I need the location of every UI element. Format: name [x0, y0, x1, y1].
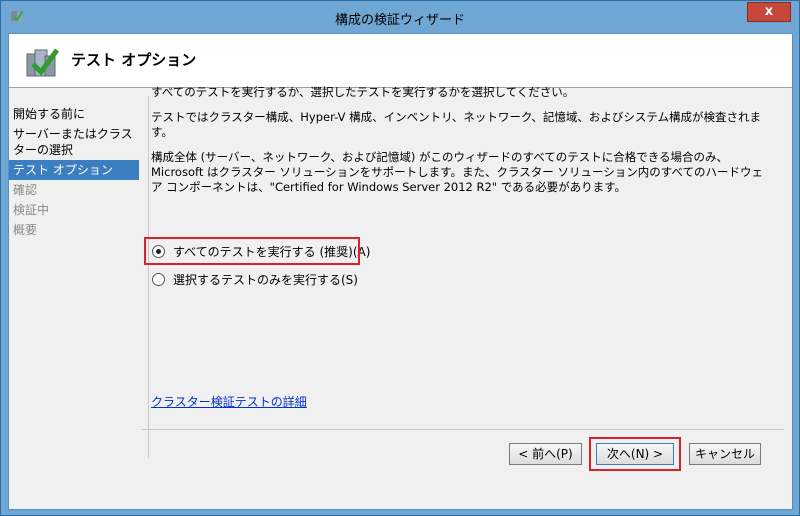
close-icon: x: [764, 4, 774, 19]
wizard-header: テスト オプション: [9, 34, 792, 88]
validation-wizard-icon: [23, 44, 63, 80]
option-run-selected-tests[interactable]: 選択するテストのみを実行する(S): [144, 265, 544, 293]
window-title: 構成の検証ウィザード: [334, 13, 465, 28]
wizard-window: 構成の検証ウィザード x テスト オプション 開始する前に サーバーまたはクラス…: [0, 0, 800, 516]
test-options-group: すべてのテストを実行する (推奨)(A) 選択するテストのみを実行する(S): [144, 237, 544, 293]
radio-run-selected-tests[interactable]: [152, 272, 165, 286]
previous-button[interactable]: < 前へ(P): [509, 443, 582, 465]
nav-step-validating: 検証中: [13, 203, 50, 217]
instruction-line-2: テストではクラスター構成、Hyper-V 構成、インベントリ、ネットワーク、記憶…: [151, 110, 762, 139]
run-selected-tests-label: 選択するテストのみを実行する(S): [173, 272, 358, 287]
option-run-all-tests[interactable]: すべてのテストを実行する (推奨)(A): [144, 237, 544, 265]
instruction-line-3: 構成全体 (サーバー、ネットワーク、および記憶域) がこのウィザードのすべてのテ…: [151, 150, 763, 194]
instructions-text: すべてのテストを実行するか、選択したテストを実行するかを選択してください。 テス…: [151, 85, 771, 205]
title-bar: 構成の検証ウィザード x: [1, 1, 799, 33]
validation-tests-details-link[interactable]: クラスター検証テストの詳細: [151, 393, 307, 410]
nav-step-confirmation: 確認: [13, 183, 38, 197]
wizard-steps-nav: 開始する前に サーバーまたはクラスターの選択 テスト オプション 確認 検証中 …: [9, 104, 139, 240]
page-title: テスト オプション: [71, 51, 197, 69]
nav-step-select-servers[interactable]: サーバーまたはクラスターの選択: [9, 124, 139, 160]
close-button[interactable]: x: [747, 2, 791, 22]
footer-divider: [141, 429, 784, 430]
cancel-button[interactable]: キャンセル: [689, 443, 761, 465]
nav-step-summary: 概要: [13, 223, 38, 237]
highlight-box-next: [589, 437, 681, 471]
nav-step-before-you-begin[interactable]: 開始する前に: [9, 104, 139, 124]
nav-step-testing-options[interactable]: テスト オプション: [9, 160, 139, 180]
instruction-line-1: すべてのテストを実行するか、選択したテストを実行するかを選択してください。: [151, 85, 575, 99]
highlight-box-run-all: [144, 237, 360, 265]
